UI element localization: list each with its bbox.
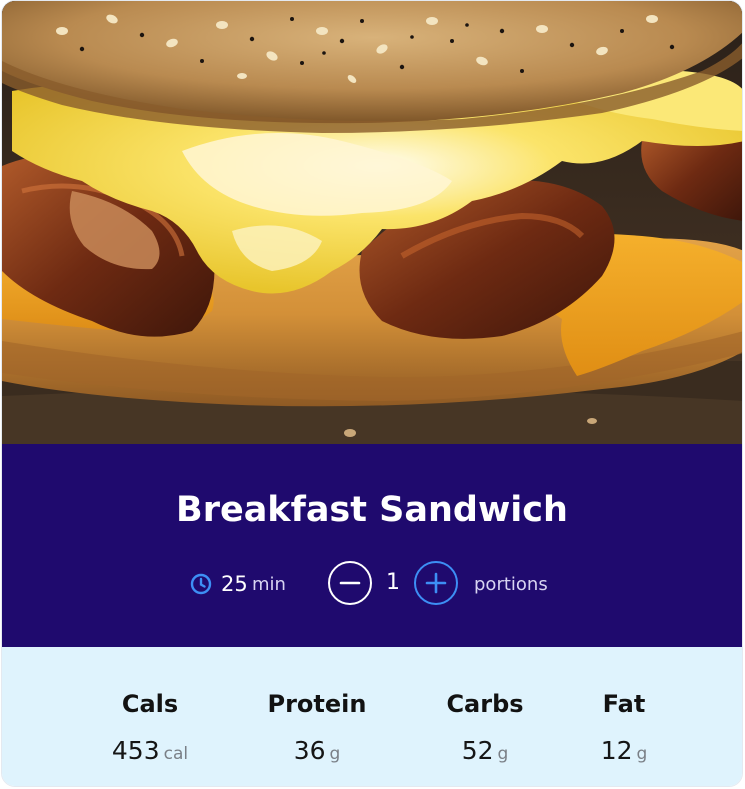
cook-time-value: 25 bbox=[221, 572, 248, 596]
recipe-photo bbox=[2, 1, 742, 444]
plus-icon bbox=[425, 572, 447, 594]
nutrition-value: 52 bbox=[461, 736, 494, 765]
nutrition-value-row: 12 g bbox=[539, 735, 709, 770]
recipe-meta-row: 25 min 1 portions bbox=[2, 561, 742, 607]
increase-portions-button[interactable] bbox=[414, 561, 458, 605]
recipe-card: Breakfast Sandwich 25 min 1 portions Cal… bbox=[1, 0, 743, 787]
nutrition-unit: g bbox=[497, 744, 509, 764]
nutrition-label: Fat bbox=[602, 690, 646, 718]
nutrition-value-row: 36 g bbox=[232, 735, 402, 770]
nutrition-unit: g bbox=[636, 744, 648, 764]
nutrition-label: Protein bbox=[267, 690, 367, 718]
nutrition-value: 36 bbox=[293, 736, 326, 765]
nutrition-value: 453 bbox=[111, 736, 160, 765]
recipe-header-band bbox=[2, 444, 742, 647]
portion-count: 1 bbox=[386, 570, 400, 595]
nutrition-value: 12 bbox=[600, 736, 633, 765]
clock-icon bbox=[190, 573, 212, 595]
nutrition-panel: Cals 453 cal Protein 36 g Carbs 52 g Fat 12… bbox=[2, 647, 742, 786]
nutrition-value-row: 453 cal bbox=[65, 735, 235, 770]
nutrition-label: Cals bbox=[121, 690, 179, 718]
minus-icon bbox=[339, 581, 361, 585]
portions-label: portions bbox=[474, 574, 548, 595]
cook-time-unit: min bbox=[252, 574, 286, 595]
breakfast-sandwich-image bbox=[2, 1, 742, 444]
nutrition-unit: cal bbox=[163, 744, 189, 764]
decrease-portions-button[interactable] bbox=[328, 561, 372, 605]
nutrition-unit: g bbox=[329, 744, 341, 764]
recipe-title: Breakfast Sandwich bbox=[176, 490, 568, 530]
